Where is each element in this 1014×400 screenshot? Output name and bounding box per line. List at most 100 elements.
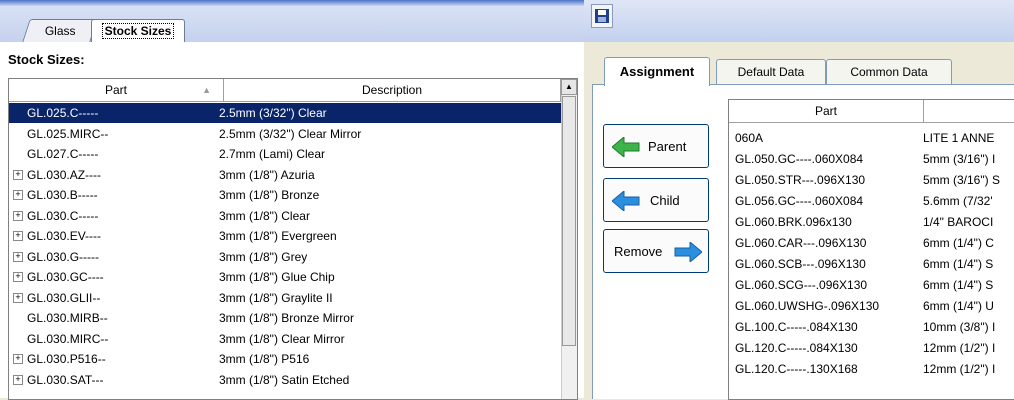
table-row[interactable]: GL.060.CAR---.096X130 6mm (1/4") C: [729, 233, 1014, 253]
column-header-part[interactable]: Part ▲: [9, 79, 224, 102]
sort-ascending-icon: ▲: [202, 85, 211, 95]
part-cell: GL.030.MIRB--: [27, 311, 108, 325]
table-row[interactable]: GL.060.SCB---.096X130 6mm (1/4") S: [729, 254, 1014, 274]
part-cell: GL.060.SCG---.096X130: [735, 278, 868, 292]
table-row[interactable]: GL.025.C----- 2.5mm (3/32") Clear: [9, 103, 561, 123]
description-cell: 6mm (1/4") S: [923, 257, 994, 271]
part-cell: GL.030.B-----: [27, 188, 98, 202]
toolbar: [584, 0, 1014, 42]
part-cell: GL.030.SAT---: [27, 372, 104, 387]
column-header-description[interactable]: Description: [224, 79, 561, 102]
description-cell: 3mm (1/8") Evergreen: [219, 229, 337, 243]
part-cell: GL.025.MIRC--: [27, 126, 109, 141]
table-row[interactable]: + GL.030.EV---- 3mm (1/8") Evergreen: [9, 226, 561, 246]
tab-assignment[interactable]: Assignment: [604, 57, 710, 86]
part-cell: GL.030.GC----: [27, 270, 104, 284]
expand-icon[interactable]: +: [13, 169, 23, 180]
expand-icon[interactable]: +: [13, 272, 23, 282]
part-cell: GL.030.C-----: [27, 208, 99, 223]
expand-icon[interactable]: +: [13, 292, 23, 303]
stock-sizes-grid: Part ▲ Description GL.025.C----- 2.5mm (3…: [8, 78, 578, 400]
table-row[interactable]: GL.056.GC----.060X084 5.6mm (7/32': [729, 191, 1014, 211]
remove-button[interactable]: Remove: [603, 229, 709, 273]
column-header-description[interactable]: [924, 100, 1014, 123]
expand-icon[interactable]: +: [13, 210, 23, 221]
table-row[interactable]: + GL.030.AZ---- 3mm (1/8") Azuria: [9, 165, 561, 185]
table-row[interactable]: + GL.030.SAT--- 3mm (1/8") Satin Etched: [9, 370, 561, 390]
part-cell: GL.120.C-----.084X130: [735, 341, 858, 355]
table-row[interactable]: + GL.030.GLII-- 3mm (1/8") Graylite II: [9, 288, 561, 308]
floppy-disk-icon: [595, 9, 609, 23]
table-row[interactable]: GL.050.GC----.060X084 5mm (3/16") I: [729, 149, 1014, 169]
table-row[interactable]: GL.025.MIRC-- 2.5mm (3/32") Clear Mirror: [9, 124, 561, 144]
description-cell: 2.7mm (Lami) Clear: [219, 147, 326, 161]
assigned-parts-grid: Part 060A LITE 1 ANNE GL.050.GC----.060X08…: [728, 99, 1014, 400]
description-cell: 3mm (1/8") Grey: [219, 249, 308, 264]
table-row[interactable]: GL.050.STR---.096X130 5mm (3/16") S: [729, 170, 1014, 190]
description-cell: 5.6mm (7/32': [923, 194, 993, 208]
tab-common-data[interactable]: Common Data: [826, 59, 952, 85]
table-row[interactable]: GL.030.MIRC-- 3mm (1/8") Clear Mirror: [9, 329, 561, 349]
tab-default-data[interactable]: Default Data: [716, 59, 826, 85]
part-cell: GL.030.MIRC--: [27, 331, 109, 346]
tab-stock-sizes[interactable]: Stock Sizes: [91, 19, 185, 42]
table-row[interactable]: GL.027.C----- 2.7mm (Lami) Clear: [9, 144, 561, 164]
description-cell: 2.5mm (3/32") Clear Mirror: [219, 126, 362, 141]
parent-button[interactable]: Parent: [603, 124, 709, 168]
description-cell: LITE 1 ANNE: [923, 131, 995, 145]
description-cell: 3mm (1/8") Clear Mirror: [219, 331, 345, 346]
tab-glass[interactable]: Glass: [22, 19, 98, 42]
description-cell: 3mm (1/8") Bronze Mirror: [219, 311, 354, 325]
description-cell: 3mm (1/8") P516: [219, 352, 310, 366]
column-header-part[interactable]: Part: [729, 100, 924, 123]
description-cell: 3mm (1/8") Clear: [219, 208, 310, 223]
description-cell: 3mm (1/8") Glue Chip: [219, 270, 335, 284]
description-cell: 3mm (1/8") Graylite II: [219, 290, 333, 305]
table-row[interactable]: + GL.030.G----- 3mm (1/8") Grey: [9, 247, 561, 267]
expand-icon[interactable]: +: [13, 231, 23, 241]
part-cell: GL.060.BRK.096x130: [735, 215, 852, 229]
part-cell: GL.120.C-----.130X168: [735, 362, 858, 376]
part-cell: GL.025.C-----: [27, 106, 99, 120]
table-row[interactable]: GL.100.C-----.084X130 10mm (3/8") I: [729, 317, 1014, 337]
part-cell: GL.050.GC----.060X084: [735, 152, 864, 166]
part-cell: GL.030.G-----: [27, 249, 100, 264]
child-button[interactable]: Child: [603, 178, 709, 222]
expand-icon[interactable]: +: [13, 251, 23, 262]
table-row[interactable]: + GL.030.GC---- 3mm (1/8") Glue Chip: [9, 267, 561, 287]
expand-icon[interactable]: +: [13, 354, 23, 364]
table-row[interactable]: + GL.030.C----- 3mm (1/8") Clear: [9, 206, 561, 226]
table-row[interactable]: GL.060.SCG---.096X130 6mm (1/4") S: [729, 275, 1014, 295]
left-tab-strip: Glass Stock Sizes: [0, 6, 584, 43]
part-cell: GL.060.UWSHG-.096X130: [735, 299, 880, 313]
save-button[interactable]: [591, 4, 613, 28]
description-cell: 3mm (1/8") Satin Etched: [219, 372, 350, 387]
table-row[interactable]: GL.060.BRK.096x130 1/4" BAROCI: [729, 212, 1014, 232]
part-cell: GL.056.GC----.060X084: [735, 194, 864, 208]
arrow-left-icon: [612, 191, 640, 211]
description-cell: 12mm (1/2") I: [923, 341, 996, 355]
description-cell: 6mm (1/4") C: [923, 236, 994, 250]
description-cell: 6mm (1/4") U: [923, 299, 994, 313]
expand-icon[interactable]: +: [13, 190, 23, 200]
part-cell: GL.030.EV----: [27, 229, 102, 243]
table-row[interactable]: GL.030.MIRB-- 3mm (1/8") Bronze Mirror: [9, 308, 561, 328]
scroll-thumb[interactable]: [562, 96, 576, 346]
description-cell: 2.5mm (3/32") Clear: [219, 106, 327, 120]
table-row[interactable]: GL.120.C-----.084X130 12mm (1/2") I: [729, 338, 1014, 358]
part-cell: GL.030.P516--: [27, 352, 106, 366]
table-row[interactable]: GL.060.UWSHG-.096X130 6mm (1/4") U: [729, 296, 1014, 316]
description-cell: 5mm (3/16") I: [923, 152, 996, 166]
expand-icon[interactable]: +: [13, 374, 23, 385]
table-row[interactable]: + GL.030.B----- 3mm (1/8") Bronze: [9, 185, 561, 205]
part-cell: GL.050.STR---.096X130: [735, 173, 866, 187]
table-row[interactable]: 060A LITE 1 ANNE: [729, 128, 1014, 148]
table-row[interactable]: GL.120.C-----.130X168 12mm (1/2") I: [729, 359, 1014, 379]
scroll-up-button[interactable]: ▲: [561, 79, 577, 95]
description-cell: 10mm (3/8") I: [923, 320, 996, 334]
arrow-left-icon: [612, 137, 640, 157]
description-cell: 6mm (1/4") S: [923, 278, 994, 292]
part-cell: GL.060.CAR---.096X130: [735, 236, 867, 250]
table-row[interactable]: + GL.030.P516-- 3mm (1/8") P516: [9, 349, 561, 369]
stock-sizes-label: Stock Sizes:: [8, 52, 85, 67]
